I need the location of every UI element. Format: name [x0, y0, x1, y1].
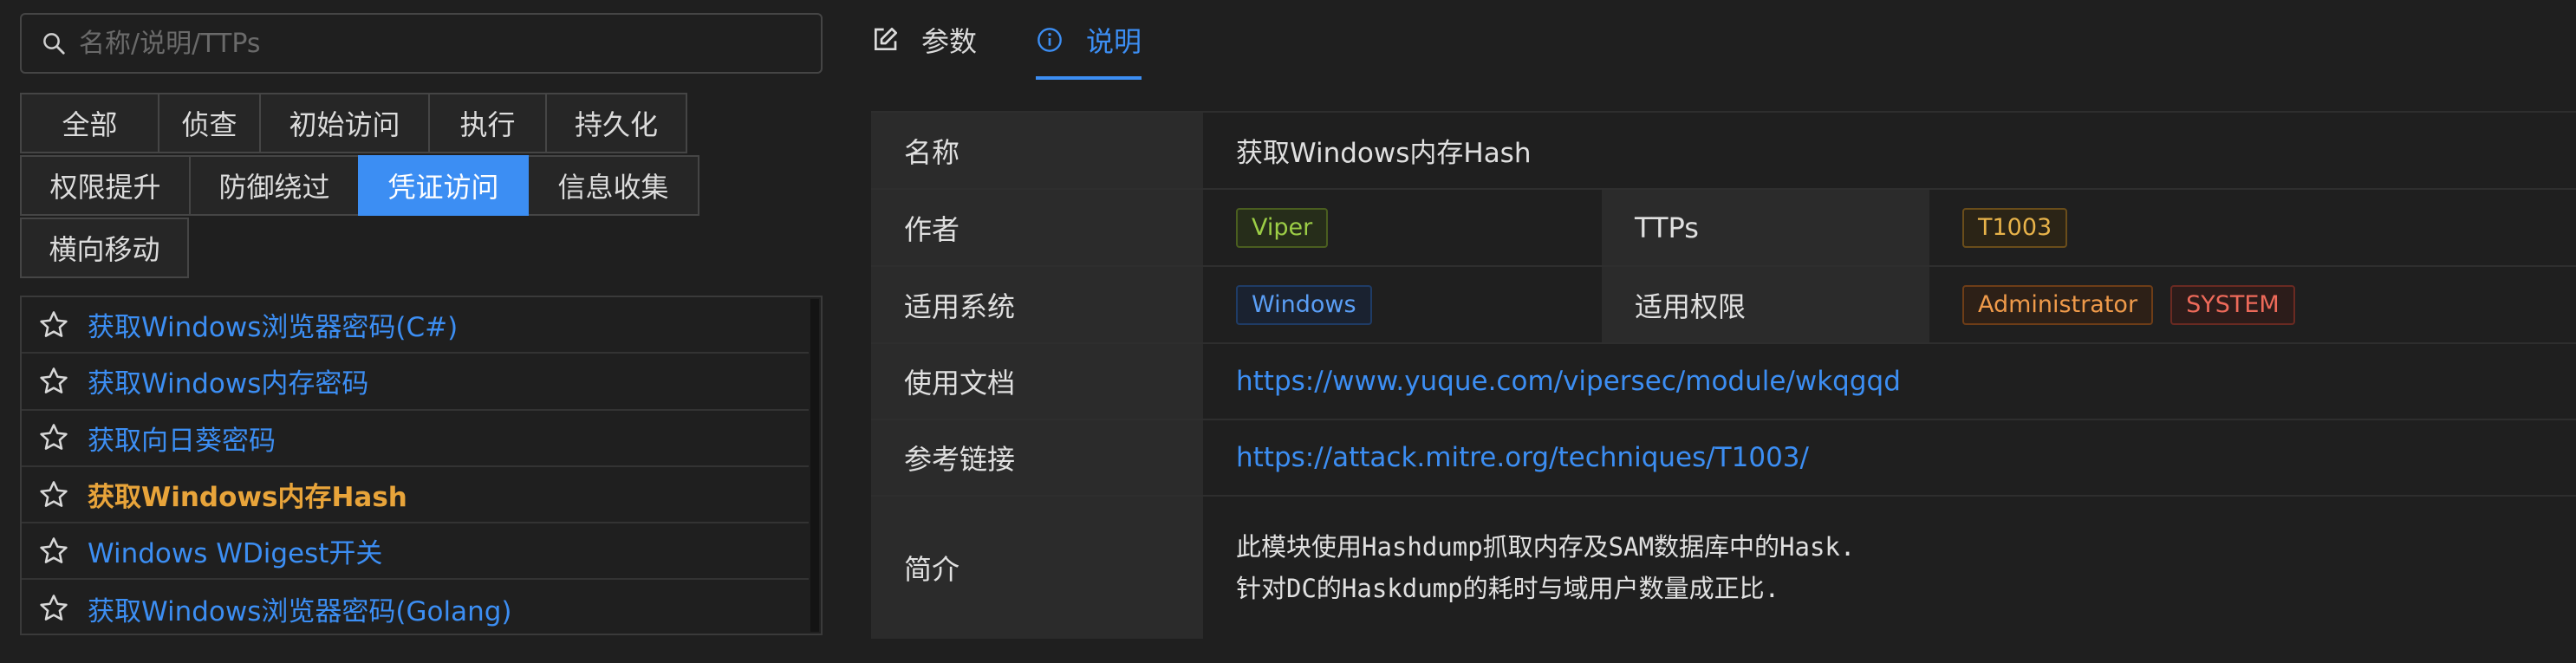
name-value: 获取Windows内存Hash	[1236, 138, 1532, 169]
module-label: 获取Windows内存密码	[88, 368, 369, 400]
category-credential-access[interactable]: 凭证访问	[358, 155, 529, 216]
row-os-permissions: 适用系统 Windows 适用权限 Administrator SYSTEM	[871, 267, 2576, 344]
row-author-ttps: 作者 Viper TTPs T1003	[871, 190, 2576, 267]
scrollbar[interactable]	[810, 299, 819, 632]
tab-params[interactable]: 参数	[871, 0, 977, 80]
category-privilege-escalation[interactable]: 权限提升	[20, 155, 191, 216]
module-list[interactable]: 获取Windows浏览器密码(C#) 获取Windows内存密码 获取向日葵密码…	[20, 296, 823, 635]
author-label: 作者	[871, 190, 1203, 265]
star-icon[interactable]	[37, 535, 70, 568]
summary-cell: 此模块使用Hashdump抓取内存及SAM数据库中的Hask. 针对DC的Has…	[1203, 497, 2576, 639]
author-cell: Viper	[1203, 190, 1602, 265]
category-initial-access[interactable]: 初始访问	[259, 93, 430, 153]
list-item-selected[interactable]: 获取Windows内存Hash	[22, 467, 809, 524]
category-defense-evasion[interactable]: 防御绕过	[189, 155, 360, 216]
list-item[interactable]: 获取Windows浏览器密码(Golang)	[22, 580, 809, 636]
docs-link[interactable]: https://www.yuque.com/vipersec/module/wk…	[1236, 366, 1901, 397]
category-discovery[interactable]: 信息收集	[527, 155, 699, 216]
tab-description[interactable]: 说明	[1036, 0, 1142, 80]
row-docs: 使用文档 https://www.yuque.com/vipersec/modu…	[871, 344, 2576, 420]
category-row-1: 全部 侦查 初始访问 执行 持久化	[20, 93, 687, 153]
star-icon[interactable]	[37, 365, 70, 398]
list-item[interactable]: 获取Windows浏览器密码(C#)	[22, 297, 809, 354]
module-browser: 全部 侦查 初始访问 执行 持久化 权限提升 防御绕过 凭证访问 信息收集 横向…	[0, 0, 832, 663]
category-recon[interactable]: 侦查	[158, 93, 261, 153]
tab-description-label: 说明	[1086, 25, 1142, 58]
search-input[interactable]	[77, 27, 821, 60]
description-table: 名称 获取Windows内存Hash 作者 Viper TTPs T1003 适…	[871, 111, 2576, 639]
summary-line-2: 针对DC的Haskdump的耗时与域用户数量成正比.	[1236, 574, 1780, 603]
star-icon[interactable]	[37, 309, 70, 341]
permission-cell: Administrator SYSTEM	[1929, 267, 2576, 342]
module-label: 获取Windows内存Hash	[88, 482, 407, 514]
category-persistence[interactable]: 持久化	[545, 93, 687, 153]
os-cell: Windows	[1203, 267, 1602, 342]
summary-line-1: 此模块使用Hashdump抓取内存及SAM数据库中的Hask.	[1236, 532, 1856, 562]
docs-cell: https://www.yuque.com/vipersec/module/wk…	[1203, 344, 2576, 419]
author-tag: Viper	[1236, 207, 1329, 248]
permission-label: 适用权限	[1602, 267, 1929, 342]
ttps-cell: T1003	[1929, 190, 2576, 265]
star-icon[interactable]	[37, 592, 70, 625]
tab-params-label: 参数	[921, 25, 978, 58]
summary-label: 简介	[871, 497, 1203, 639]
ttps-tag: T1003	[1962, 207, 2068, 248]
search-box[interactable]	[20, 13, 823, 74]
permission-tag-system: SYSTEM	[2170, 284, 2295, 325]
row-summary: 简介 此模块使用Hashdump抓取内存及SAM数据库中的Hask. 针对DC的…	[871, 497, 2576, 639]
edit-icon	[875, 28, 897, 50]
module-label: 获取Windows浏览器密码(Golang)	[88, 595, 512, 627]
os-tag: Windows	[1236, 284, 1372, 325]
list-item[interactable]: Windows WDigest开关	[22, 523, 809, 581]
ttps-label: TTPs	[1602, 190, 1929, 265]
active-tab-indicator	[1036, 76, 1142, 80]
module-label: Windows WDigest开关	[88, 538, 383, 570]
permission-tag-admin: Administrator	[1962, 284, 2154, 325]
list-item[interactable]: 获取向日葵密码	[22, 411, 809, 467]
category-all[interactable]: 全部	[20, 93, 159, 153]
module-detail-panel: 参数 说明 名称 获取Windows内存Hash 作者 Viper TTPs T…	[871, 0, 2576, 663]
info-icon	[1038, 28, 1062, 52]
reference-link[interactable]: https://attack.mitre.org/techniques/T100…	[1236, 442, 1809, 473]
os-label: 适用系统	[871, 267, 1203, 342]
module-label: 获取向日葵密码	[88, 425, 276, 457]
reference-cell: https://attack.mitre.org/techniques/T100…	[1203, 420, 2576, 495]
category-row-3: 横向移动	[20, 218, 189, 278]
star-icon[interactable]	[37, 478, 70, 511]
row-name: 名称 获取Windows内存Hash	[871, 113, 2576, 190]
star-icon[interactable]	[37, 421, 70, 454]
module-label: 获取Windows浏览器密码(C#)	[88, 312, 459, 344]
docs-label: 使用文档	[871, 344, 1203, 419]
name-label: 名称	[871, 113, 1203, 188]
row-reference: 参考链接 https://attack.mitre.org/techniques…	[871, 420, 2576, 497]
category-row-2: 权限提升 防御绕过 凭证访问 信息收集	[20, 155, 699, 216]
list-item[interactable]: 获取Windows内存密码	[22, 354, 809, 411]
category-lateral-movement[interactable]: 横向移动	[20, 218, 189, 278]
reference-label: 参考链接	[871, 420, 1203, 495]
search-icon	[43, 33, 65, 55]
category-execution[interactable]: 执行	[428, 93, 547, 153]
